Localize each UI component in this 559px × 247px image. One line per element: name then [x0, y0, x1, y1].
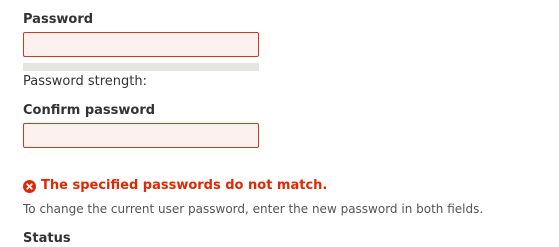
password-strength-label: Password strength:	[23, 74, 147, 89]
status-label: Status	[23, 231, 71, 246]
password-strength-bar	[23, 63, 259, 71]
error-circle-x-icon	[23, 179, 36, 193]
password-description: To change the current user password, ent…	[23, 202, 484, 216]
error-message: The specified passwords do not match.	[41, 178, 328, 193]
password-input[interactable]	[23, 32, 259, 57]
confirm-password-input[interactable]	[23, 123, 259, 148]
password-label: Password	[23, 12, 94, 27]
password-mismatch-error: The specified passwords do not match.	[23, 178, 327, 194]
confirm-password-label: Confirm password	[23, 103, 156, 118]
